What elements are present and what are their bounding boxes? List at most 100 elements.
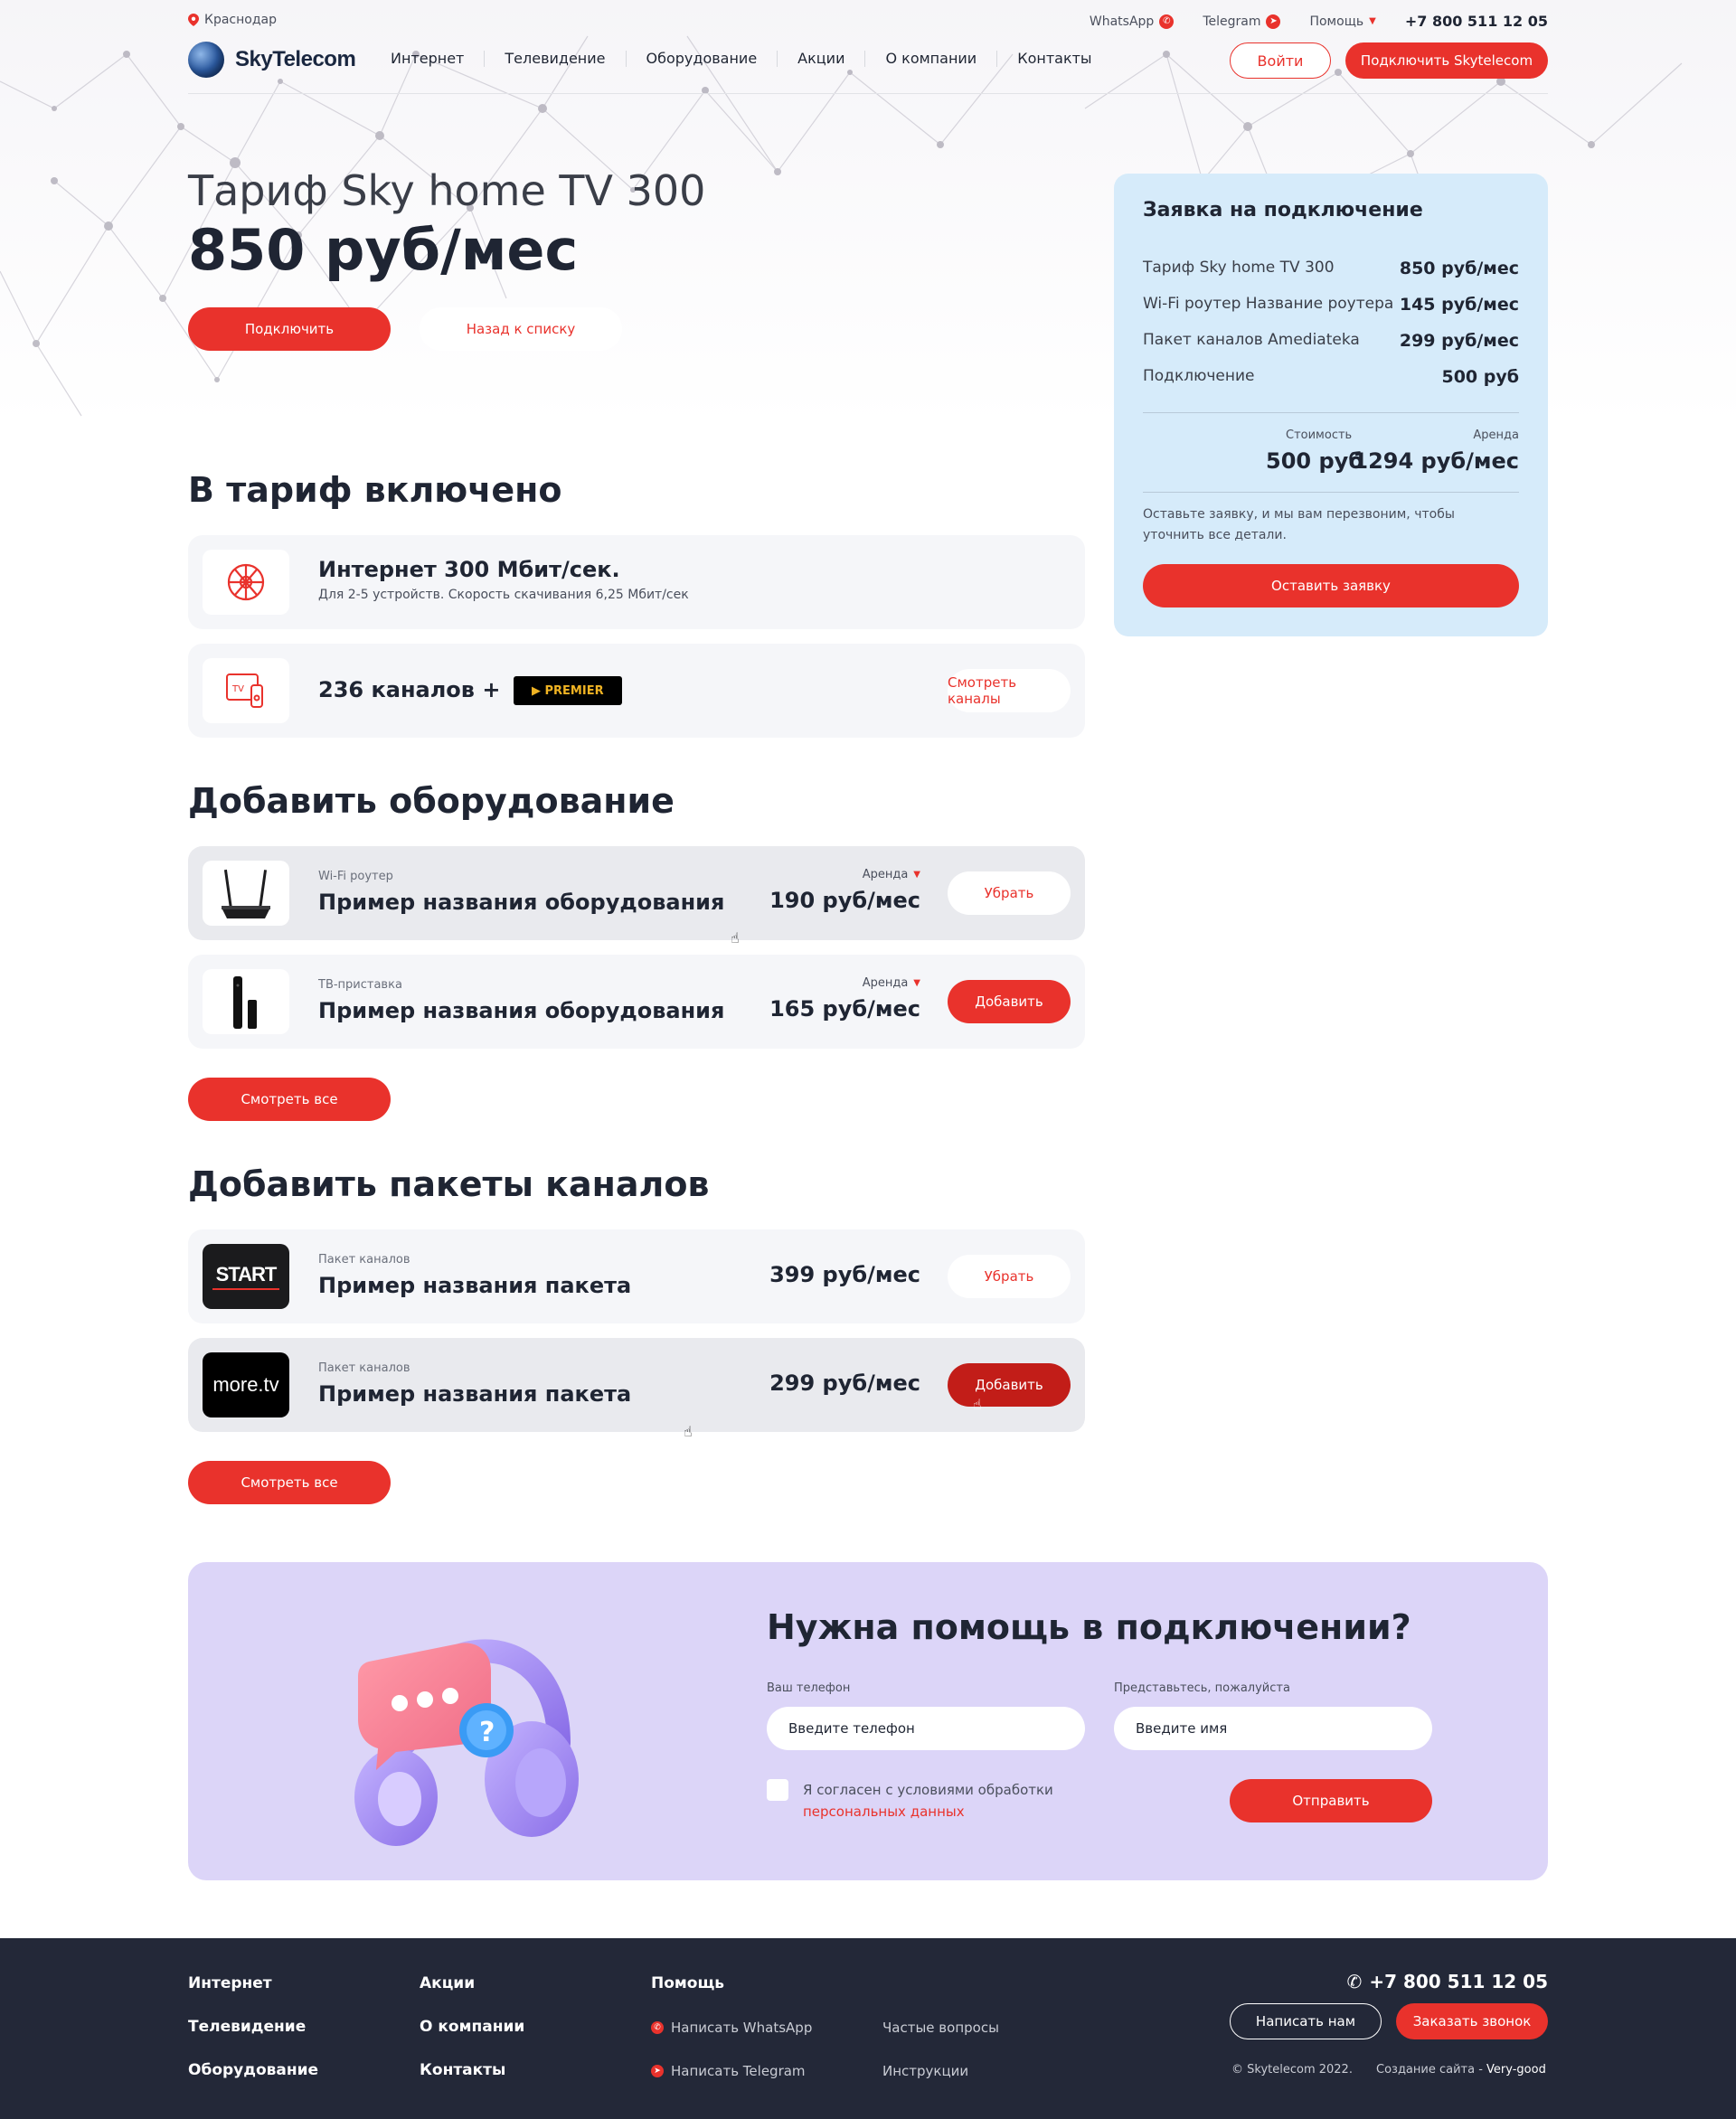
footer-link-contacts[interactable]: Контакты (420, 2061, 505, 2079)
footer-link-about[interactable]: О компании (420, 2018, 524, 2036)
chevron-down-icon: ▼ (913, 870, 920, 880)
login-button[interactable]: Войти (1230, 42, 1331, 79)
name-label: Представьтесь, пожалуйста (1114, 1681, 1290, 1695)
footer-phone[interactable]: ✆ +7 800 511 12 05 (1347, 1971, 1548, 1992)
package-name: Пример названия пакета (318, 1381, 632, 1407)
package-price: 299 руб/мес (769, 1370, 920, 1396)
order-row: Wi-Fi роутер Название роутера 145 руб/ме… (1143, 295, 1519, 315)
cost-label: Стоимость (1286, 429, 1353, 442)
whatsapp-link[interactable]: WhatsApp ✆ (1089, 14, 1175, 29)
moretv-logo: more.tv (203, 1352, 289, 1417)
order-divider (1143, 412, 1519, 413)
location-pin-icon (188, 14, 199, 26)
order-row: Подключение 500 руб (1143, 367, 1519, 387)
remove-button[interactable]: Убрать (948, 1255, 1071, 1298)
city-selector[interactable]: Краснодар (188, 13, 277, 27)
logo[interactable]: SkyTelecom (188, 42, 356, 78)
rent-dropdown[interactable]: Аренда ▼ (863, 976, 920, 990)
package-name: Пример названия пакета (318, 1273, 632, 1298)
equipment-row: ТВ-приставка Пример названия оборудовани… (188, 955, 1085, 1049)
help-submit-button[interactable]: Отправить (1230, 1779, 1432, 1822)
help-dropdown[interactable]: Помощь ▼ (1309, 14, 1375, 29)
order-row-value: 145 руб/мес (1399, 295, 1519, 315)
logo-globe-icon (188, 42, 224, 78)
order-row: Тариф Sky home TV 300 850 руб/мес (1143, 259, 1519, 278)
consent-text: Я согласен с условиями обработки персона… (803, 1779, 1074, 1822)
footer-telegram-link[interactable]: ➤ Написать Telegram (651, 2063, 806, 2079)
telegram-label: Telegram (1203, 14, 1261, 29)
tv-box-icon (233, 976, 257, 1029)
add-button[interactable]: Добавить (948, 1363, 1071, 1407)
whatsapp-icon: ✆ (1159, 14, 1175, 29)
nav-promotions[interactable]: Акции (778, 51, 866, 67)
consent-label: Я согласен с условиями обработки (803, 1782, 1053, 1798)
add-button[interactable]: Добавить (948, 980, 1071, 1023)
package-price: 399 руб/мес (769, 1262, 920, 1287)
see-all-packages-button[interactable]: Смотреть все (188, 1461, 391, 1504)
chevron-down-icon: ▼ (1369, 16, 1376, 26)
phone-input[interactable] (767, 1707, 1085, 1750)
hand-cursor-icon: ☝ (973, 1396, 982, 1413)
nav-equipment[interactable]: Оборудование (627, 51, 778, 67)
whatsapp-icon: ✆ (651, 2021, 664, 2034)
help-section: ? Нужна помощь в подключении? Ваш телефо… (188, 1562, 1548, 1880)
packages-heading: Добавить пакеты каналов (188, 1164, 710, 1204)
telegram-link[interactable]: Telegram ➤ (1203, 14, 1281, 29)
hero-connect-button[interactable]: Подключить (188, 307, 391, 351)
footer-telegram-label: Написать Telegram (671, 2063, 806, 2079)
footer-link-promotions[interactable]: Акции (420, 1974, 475, 1992)
nav-internet[interactable]: Интернет (391, 51, 486, 67)
headphones-chat-illustration: ? (354, 1639, 579, 1846)
rent-total-label: Аренда (1473, 429, 1519, 442)
copyright: © Skytelecom 2022. (1231, 2063, 1353, 2077)
order-row-label: Подключение (1143, 367, 1255, 385)
footer-whatsapp-link[interactable]: ✆ Написать WhatsApp (651, 2020, 812, 2036)
equipment-price: 190 руб/мес (769, 888, 920, 913)
footer-faq-link[interactable]: Частые вопросы (882, 2020, 999, 2036)
help-label: Помощь (1309, 14, 1364, 29)
rent-dropdown[interactable]: Аренда ▼ (863, 868, 920, 881)
nav-contacts[interactable]: Контакты (997, 51, 1111, 67)
whatsapp-label: WhatsApp (1089, 14, 1155, 29)
hand-cursor-icon: ☝ (731, 929, 740, 946)
site-credit-link[interactable]: Very-good (1486, 2063, 1546, 2077)
order-row-label: Пакет каналов Amediateka (1143, 331, 1360, 349)
svg-text:TV: TV (231, 684, 244, 694)
start-logo: START (203, 1244, 289, 1309)
tv-box-image (203, 969, 289, 1034)
equipment-name: Пример названия оборудования (318, 890, 725, 915)
footer-link-internet[interactable]: Интернет (188, 1974, 272, 1992)
footer-link-tv[interactable]: Телевидение (188, 2018, 306, 2036)
order-title: Заявка на подключение (1143, 199, 1423, 221)
tv-title: 236 каналов + ▶ PREMIER (318, 676, 622, 705)
phone-label: Ваш телефон (767, 1681, 851, 1695)
start-logo-text: START (212, 1263, 280, 1290)
wifi-router-icon (222, 869, 270, 918)
internet-icon-box (203, 550, 289, 615)
see-all-equipment-button[interactable]: Смотреть все (188, 1078, 391, 1121)
submit-order-button[interactable]: Оставить заявку (1143, 564, 1519, 607)
back-to-list-button[interactable]: Назад к списку (420, 307, 622, 351)
personal-data-link[interactable]: персональных данных (803, 1804, 965, 1820)
footer-instructions-link[interactable]: Инструкции (882, 2063, 968, 2079)
nav-about[interactable]: О компании (865, 51, 998, 67)
top-phone[interactable]: +7 800 511 12 05 (1405, 13, 1548, 30)
view-channels-button[interactable]: Смотреть каналы (948, 669, 1071, 712)
package-row: more.tv Пакет каналов Пример названия па… (188, 1338, 1085, 1432)
hand-cursor-icon: ☝ (684, 1423, 693, 1440)
order-row-value: 500 руб (1441, 367, 1519, 387)
equipment-type: Wi-Fi роутер (318, 870, 393, 883)
name-input[interactable] (1114, 1707, 1432, 1750)
nav-tv[interactable]: Телевидение (485, 51, 627, 67)
header: SkyTelecom Интернет Телевидение Оборудов… (188, 40, 1548, 81)
remove-button[interactable]: Убрать (948, 871, 1071, 915)
connect-skytelecom-button[interactable]: Подключить Skytelecom (1345, 42, 1548, 79)
equipment-price: 165 руб/мес (769, 996, 920, 1022)
order-row-label: Wi-Fi роутер Название роутера (1143, 295, 1394, 313)
order-row: Пакет каналов Amediateka 299 руб/мес (1143, 331, 1519, 351)
consent-checkbox[interactable] (767, 1779, 788, 1801)
header-divider (188, 93, 1548, 94)
footer-link-equipment[interactable]: Оборудование (188, 2061, 318, 2079)
callback-button[interactable]: Заказать звонок (1396, 2003, 1548, 2039)
write-us-button[interactable]: Написать нам (1230, 2003, 1382, 2039)
